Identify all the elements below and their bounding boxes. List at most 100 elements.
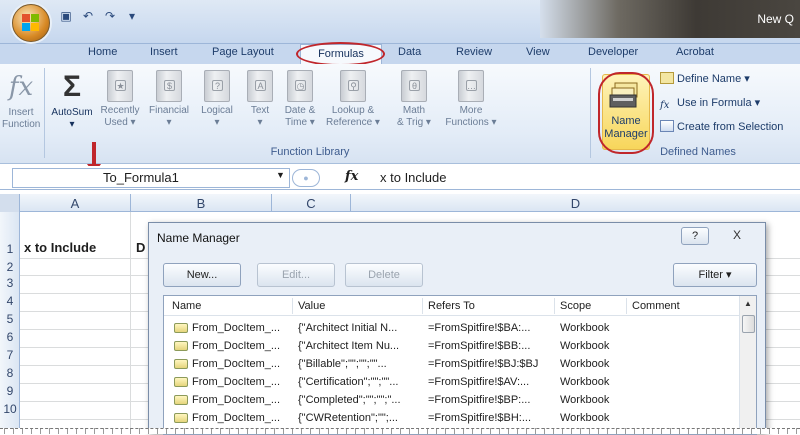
row-header[interactable]: 1 <box>0 242 20 256</box>
use-in-formula-button[interactable]: fx Use in Formula ▾ <box>660 96 760 112</box>
row-header[interactable]: 5 <box>0 312 20 326</box>
column-header-b[interactable]: B <box>131 196 271 211</box>
logical-button[interactable]: ? Logical ▾ <box>196 70 238 129</box>
row-header[interactable]: 9 <box>0 384 20 398</box>
math-trig-button[interactable]: θ Math & Trig ▾ <box>388 70 440 129</box>
name-row[interactable]: From_DocItem_... {"Architect Initial N..… <box>164 320 740 337</box>
name-box[interactable]: To_Formula1 <box>12 168 290 188</box>
sigma-icon: Σ <box>62 70 81 103</box>
select-all-corner[interactable] <box>0 194 20 212</box>
scope-cell: Workbook <box>560 394 610 406</box>
tab-home[interactable]: Home <box>88 46 117 58</box>
tab-acrobat[interactable]: Acrobat <box>676 46 714 58</box>
row-header[interactable]: 8 <box>0 366 20 380</box>
date-time-button[interactable]: ◷ Date & Time ▾ <box>280 70 320 129</box>
row-header[interactable]: 6 <box>0 330 20 344</box>
name-range-icon <box>174 377 188 387</box>
name-row[interactable]: From_DocItem_... {"Completed";"";"";"...… <box>164 392 740 409</box>
name-box-value: To_Formula1 <box>103 170 179 185</box>
delete-name-button[interactable]: Delete <box>345 263 423 287</box>
column-header-d[interactable]: D <box>351 196 800 211</box>
tab-insert[interactable]: Insert <box>150 46 178 58</box>
quick-access-dropdown-icon[interactable]: ▾ <box>124 8 140 24</box>
tab-developer[interactable]: Developer <box>588 46 638 58</box>
name-cell: From_DocItem_... <box>192 358 281 370</box>
formula-bar-expand-icon[interactable]: ● <box>292 169 320 187</box>
save-icon[interactable]: ▣ <box>58 8 74 24</box>
filter-button[interactable]: Filter ▾ <box>673 263 757 287</box>
column-header-a[interactable]: A <box>20 196 130 211</box>
text-button[interactable]: A Text ▾ <box>244 70 276 129</box>
name-row[interactable]: From_DocItem_... {"Certification";"";"".… <box>164 374 740 391</box>
column-header-value[interactable]: Value <box>298 300 325 312</box>
recently-used-label-1: Recently <box>100 105 140 116</box>
scope-cell: Workbook <box>560 412 610 424</box>
refers-to-cell: =FromSpitfire!$BP:... <box>428 394 531 406</box>
undo-icon[interactable]: ↶ <box>80 8 96 24</box>
ribbon-separator <box>44 68 45 158</box>
help-button[interactable]: ? <box>681 227 709 245</box>
insert-function-label-2: Function <box>2 119 41 130</box>
row-header[interactable]: 3 <box>0 276 20 290</box>
name-range-icon <box>174 413 188 423</box>
office-button[interactable] <box>12 4 50 42</box>
name-cell: From_DocItem_... <box>192 340 281 352</box>
create-from-selection-button[interactable]: Create from Selection <box>660 120 783 133</box>
edit-name-button[interactable]: Edit... <box>257 263 335 287</box>
row-header[interactable]: 4 <box>0 294 20 308</box>
logical-icon: ? <box>204 70 230 102</box>
names-list-scrollbar[interactable]: ▲ <box>739 296 756 434</box>
names-list[interactable]: Name Value Refers To Scope Comment From_… <box>163 295 757 435</box>
lookup-label-2: Reference <box>326 117 373 128</box>
name-row[interactable]: From_DocItem_... {"Architect Item Nu... … <box>164 338 740 355</box>
name-row[interactable]: From_DocItem_... {"CWRetention";"";... =… <box>164 410 740 427</box>
ribbon-separator <box>590 68 591 158</box>
redo-icon[interactable]: ↷ <box>102 8 118 24</box>
value-cell: {"Completed";"";"";"... <box>298 394 401 406</box>
autosum-button[interactable]: Σ AutoSum ▾ <box>48 70 96 131</box>
ribbon-tabs: Home Insert Page Layout Formulas Data Re… <box>0 44 800 64</box>
close-button[interactable]: X <box>719 227 755 245</box>
math-trig-icon: θ <box>401 70 427 102</box>
name-manager-highlight-ring <box>598 72 654 154</box>
insert-function-button[interactable]: fx Insert Function <box>2 70 40 131</box>
function-library-group-label: Function Library <box>270 146 350 158</box>
formula-bar: To_Formula1 ▼ ● fx x to Include <box>0 166 800 190</box>
lookup-reference-button[interactable]: ⚲ Lookup & Reference ▾ <box>322 70 384 129</box>
value-cell: {"Architect Initial N... <box>298 322 398 334</box>
column-header-refers-to[interactable]: Refers To <box>428 300 475 312</box>
define-name-icon <box>660 72 674 84</box>
row-header[interactable]: 2 <box>0 260 20 274</box>
scrollbar-thumb[interactable] <box>742 315 755 333</box>
financial-button[interactable]: $ Financial ▾ <box>144 70 194 129</box>
row-header[interactable]: 10 <box>0 402 20 416</box>
new-name-button[interactable]: New... <box>163 263 241 287</box>
name-range-icon <box>174 359 188 369</box>
insert-function-fx-icon[interactable]: fx <box>345 169 358 184</box>
scroll-up-icon[interactable]: ▲ <box>744 299 752 308</box>
cell-a1[interactable]: x to Include <box>24 240 96 255</box>
column-headers: A B C D <box>0 194 800 212</box>
row-header[interactable]: 7 <box>0 348 20 362</box>
tab-data[interactable]: Data <box>398 46 421 58</box>
define-name-button[interactable]: Define Name ▾ <box>660 72 750 85</box>
more-label-2: Functions <box>445 117 489 128</box>
name-row[interactable]: From_DocItem_... {"Billable";"";"";""...… <box>164 356 740 373</box>
column-header-name[interactable]: Name <box>172 300 201 312</box>
text-label: Text <box>250 105 270 116</box>
scope-cell: Workbook <box>560 340 610 352</box>
column-header-comment[interactable]: Comment <box>632 300 680 312</box>
more-functions-button[interactable]: … More Functions ▾ <box>442 70 500 129</box>
math-label-1: Math <box>402 105 426 116</box>
recently-used-button[interactable]: ★ Recently Used ▾ <box>98 70 142 129</box>
name-box-dropdown-icon[interactable]: ▼ <box>276 170 285 180</box>
create-from-selection-label: Create from Selection <box>677 121 784 133</box>
column-header-scope[interactable]: Scope <box>560 300 591 312</box>
column-header-c[interactable]: C <box>272 196 350 211</box>
recently-used-label-2: Used <box>104 117 128 128</box>
tab-view[interactable]: View <box>526 46 550 58</box>
cell-b1[interactable]: D <box>136 240 145 255</box>
tab-review[interactable]: Review <box>456 46 492 58</box>
tab-page-layout[interactable]: Page Layout <box>212 46 274 58</box>
formula-bar-input[interactable]: x to Include <box>380 170 447 185</box>
